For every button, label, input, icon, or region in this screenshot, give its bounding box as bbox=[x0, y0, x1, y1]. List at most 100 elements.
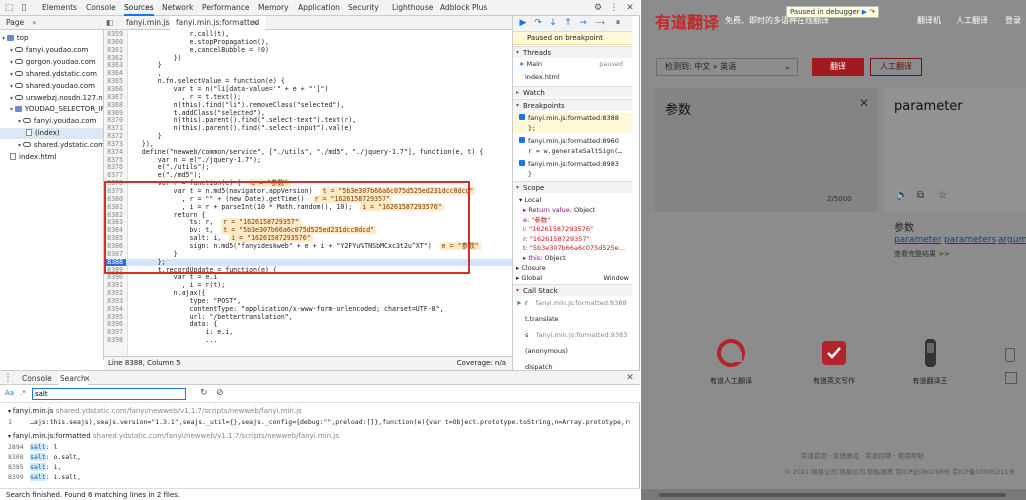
dict-link-parameter[interactable]: parameter bbox=[894, 235, 942, 245]
scope-closure[interactable]: ▸ Closure bbox=[513, 263, 632, 273]
nav-login[interactable]: 登录 bbox=[1005, 15, 1021, 26]
threads-section[interactable]: Threads bbox=[513, 46, 632, 59]
copy-icon[interactable]: ⧉ bbox=[917, 190, 924, 201]
tab-application[interactable]: Application bbox=[298, 0, 340, 16]
checkbox-checked-icon[interactable] bbox=[519, 114, 525, 120]
breakpoint-item[interactable]: fanyi.min.js:formatted:8983 bbox=[513, 159, 632, 169]
refresh-icon[interactable]: ↻ bbox=[200, 388, 208, 398]
tree-item[interactable]: ▾ fanyi.youdao.com bbox=[0, 116, 96, 127]
tree-item[interactable]: ▾ top bbox=[0, 33, 28, 44]
tab-fanyi-min-js[interactable]: fanyi.min.js bbox=[122, 16, 173, 30]
drawer-tab-console[interactable]: Console bbox=[22, 372, 52, 386]
phone-icon[interactable] bbox=[1005, 348, 1015, 362]
inspect-icon[interactable]: ⬚ bbox=[3, 2, 15, 14]
step-badge-icon[interactable]: ↷ bbox=[869, 8, 875, 16]
scope-variable[interactable]: r: "1626158729357" bbox=[513, 234, 632, 244]
tree-item[interactable]: ▾ urswebzj.nosdn.127.net bbox=[0, 93, 103, 104]
scope-section[interactable]: Scope bbox=[513, 181, 632, 194]
search-result-line[interactable]: 1 …ajs:this.seajs),seajs.version="1.3.1",… bbox=[0, 418, 630, 427]
tree-item[interactable]: ▾ shared.ydstatic.com bbox=[0, 69, 97, 80]
breakpoints-section[interactable]: Breakpoints bbox=[513, 99, 632, 112]
tab-security[interactable]: Security bbox=[348, 0, 379, 16]
tab-performance[interactable]: Performance bbox=[202, 0, 250, 16]
toggle-navigator-icon[interactable]: ◧ bbox=[106, 16, 113, 30]
pause-on-exceptions-icon[interactable]: ⏸ bbox=[613, 18, 623, 29]
search-result-file[interactable]: ▾ fanyi.min.js:formatted shared.ydstatic… bbox=[0, 431, 630, 442]
tree-item[interactable]: ▾ YOUDAO_SELECTOR_IFRA… bbox=[0, 104, 103, 115]
step-icon[interactable]: → bbox=[578, 18, 588, 29]
dict-link-argument[interactable]: argume… bbox=[998, 235, 1026, 245]
tab-adblock-plus[interactable]: Adblock Plus bbox=[440, 0, 487, 16]
tree-item[interactable]: ▾ gorgon.youdao.com bbox=[0, 57, 96, 68]
code-line[interactable]: 8398 ... bbox=[104, 336, 512, 345]
tree-item[interactable]: ▾ shared.youdao.com bbox=[0, 81, 95, 92]
footer-links[interactable]: 有道首页 · 反馈意见 · 有道招聘 · 使用帮助 bbox=[801, 450, 924, 460]
callstack-section[interactable]: Call Stack bbox=[513, 284, 632, 297]
code-line[interactable]: 8363 } bbox=[104, 61, 512, 70]
human-translate-button[interactable]: 人工翻译 bbox=[870, 58, 922, 76]
code-line[interactable]: 8362 }) bbox=[104, 54, 512, 63]
breakpoint-item[interactable]: fanyi.min.js:formatted:8960 bbox=[513, 136, 632, 146]
scope-variable[interactable]: e: "参数" bbox=[513, 215, 632, 225]
language-select[interactable]: 检测到: 中文 » 英语 ⌄ bbox=[656, 58, 798, 76]
step-out-icon[interactable]: ↑ bbox=[563, 18, 573, 29]
feature-human-translation[interactable]: 有道人工翻译 bbox=[696, 338, 766, 386]
clear-icon[interactable]: ⊘ bbox=[216, 388, 224, 398]
watch-section[interactable]: Watch bbox=[513, 86, 632, 99]
source-text[interactable]: 参数 bbox=[665, 99, 691, 118]
search-input[interactable] bbox=[32, 388, 186, 400]
tab-fanyi-min-js-formatted[interactable]: fanyi.min.js:formatted bbox=[170, 16, 266, 30]
thread-main[interactable]: ➤ Main paused bbox=[513, 59, 632, 69]
close-icon[interactable]: ✕ bbox=[624, 2, 636, 14]
search-result-file[interactable]: ▾ fanyi.min.js shared.ydstatic.com/fanyi… bbox=[0, 406, 630, 417]
tab-lighthouse[interactable]: Lighthouse bbox=[392, 0, 433, 16]
thread-index[interactable]: index.html bbox=[513, 72, 632, 82]
tree-item[interactable]: index.html bbox=[0, 152, 56, 163]
scope-variable[interactable]: ▸ Return value: Object bbox=[513, 205, 632, 215]
device-toggle-icon[interactable]: ▯ bbox=[18, 2, 30, 14]
tab-elements[interactable]: Elements bbox=[42, 0, 77, 16]
scope-variable[interactable]: i: "16261587293576" bbox=[513, 224, 632, 234]
callstack-frame[interactable]: ➤ r fanyi.min.js:formatted:8388 bbox=[513, 298, 632, 308]
checkbox-checked-icon[interactable] bbox=[519, 160, 525, 166]
scope-variable[interactable]: t: "5b3e307b66a6c075d525e… bbox=[513, 243, 632, 253]
line-number[interactable]: 8398 bbox=[104, 336, 126, 345]
close-search-icon[interactable]: × bbox=[84, 372, 90, 386]
translate-button[interactable]: 翻译 bbox=[812, 58, 864, 76]
nav-human-translation[interactable]: 人工翻译 bbox=[956, 15, 988, 26]
deactivate-breakpoints-icon[interactable]: ⤏ bbox=[595, 18, 605, 29]
clear-input-icon[interactable]: ✕ bbox=[859, 96, 869, 110]
callstack-frame[interactable]: t.translatefanyi.min.js:formatted:8953 bbox=[513, 314, 632, 324]
close-tab-icon[interactable]: × bbox=[252, 16, 258, 30]
feature-translator-device[interactable]: 有道翻译王 bbox=[895, 338, 965, 386]
scrollbar-thumb[interactable] bbox=[659, 493, 1006, 497]
callstack-frame[interactable]: (anonymous)fanyi.min.js:formatted:9469 bbox=[513, 346, 632, 356]
search-result-line[interactable]: 8308 salt: o.salt, bbox=[0, 453, 630, 462]
more-menu-icon[interactable]: ⋮ bbox=[608, 2, 620, 14]
scope-global[interactable]: ▸ Global Window bbox=[513, 273, 632, 283]
tab-page[interactable]: Page bbox=[6, 16, 24, 30]
code-line[interactable]: 8372 } bbox=[104, 132, 512, 141]
scope-variable[interactable]: ▸ this: Object bbox=[513, 253, 632, 263]
more-results-link[interactable]: 查看完整结果 >> bbox=[894, 249, 950, 259]
checkbox-checked-icon[interactable] bbox=[519, 137, 525, 143]
resume-badge-icon[interactable]: ▶ bbox=[862, 8, 867, 16]
youdao-logo[interactable]: 有道翻译 bbox=[655, 9, 719, 33]
step-into-icon[interactable]: ↓ bbox=[548, 18, 558, 29]
drawer-menu-icon[interactable]: ⋮ bbox=[2, 372, 14, 384]
regex-toggle[interactable]: .* bbox=[20, 389, 26, 397]
more-tabs-icon[interactable]: » bbox=[32, 16, 37, 30]
settings-gear-icon[interactable]: ⚙ bbox=[592, 2, 604, 14]
tree-item[interactable]: (index) bbox=[0, 128, 103, 140]
nav-translator-device[interactable]: 翻译机 bbox=[917, 15, 941, 26]
qr-code-icon[interactable] bbox=[1005, 372, 1017, 384]
tab-console[interactable]: Console bbox=[86, 0, 116, 16]
feature-english-writing[interactable]: 有道英文写作 bbox=[799, 338, 869, 386]
close-drawer-icon[interactable]: ✕ bbox=[624, 372, 636, 384]
tab-sources[interactable]: Sources bbox=[124, 0, 154, 16]
search-result-line[interactable]: 2894 salt: l bbox=[0, 443, 630, 452]
scope-local[interactable]: ▾ Local bbox=[513, 195, 632, 205]
star-icon[interactable]: ☆ bbox=[938, 190, 947, 201]
tab-network[interactable]: Network bbox=[162, 0, 193, 16]
callstack-frame[interactable]: s fanyi.min.js:formatted:9383 bbox=[513, 330, 632, 340]
